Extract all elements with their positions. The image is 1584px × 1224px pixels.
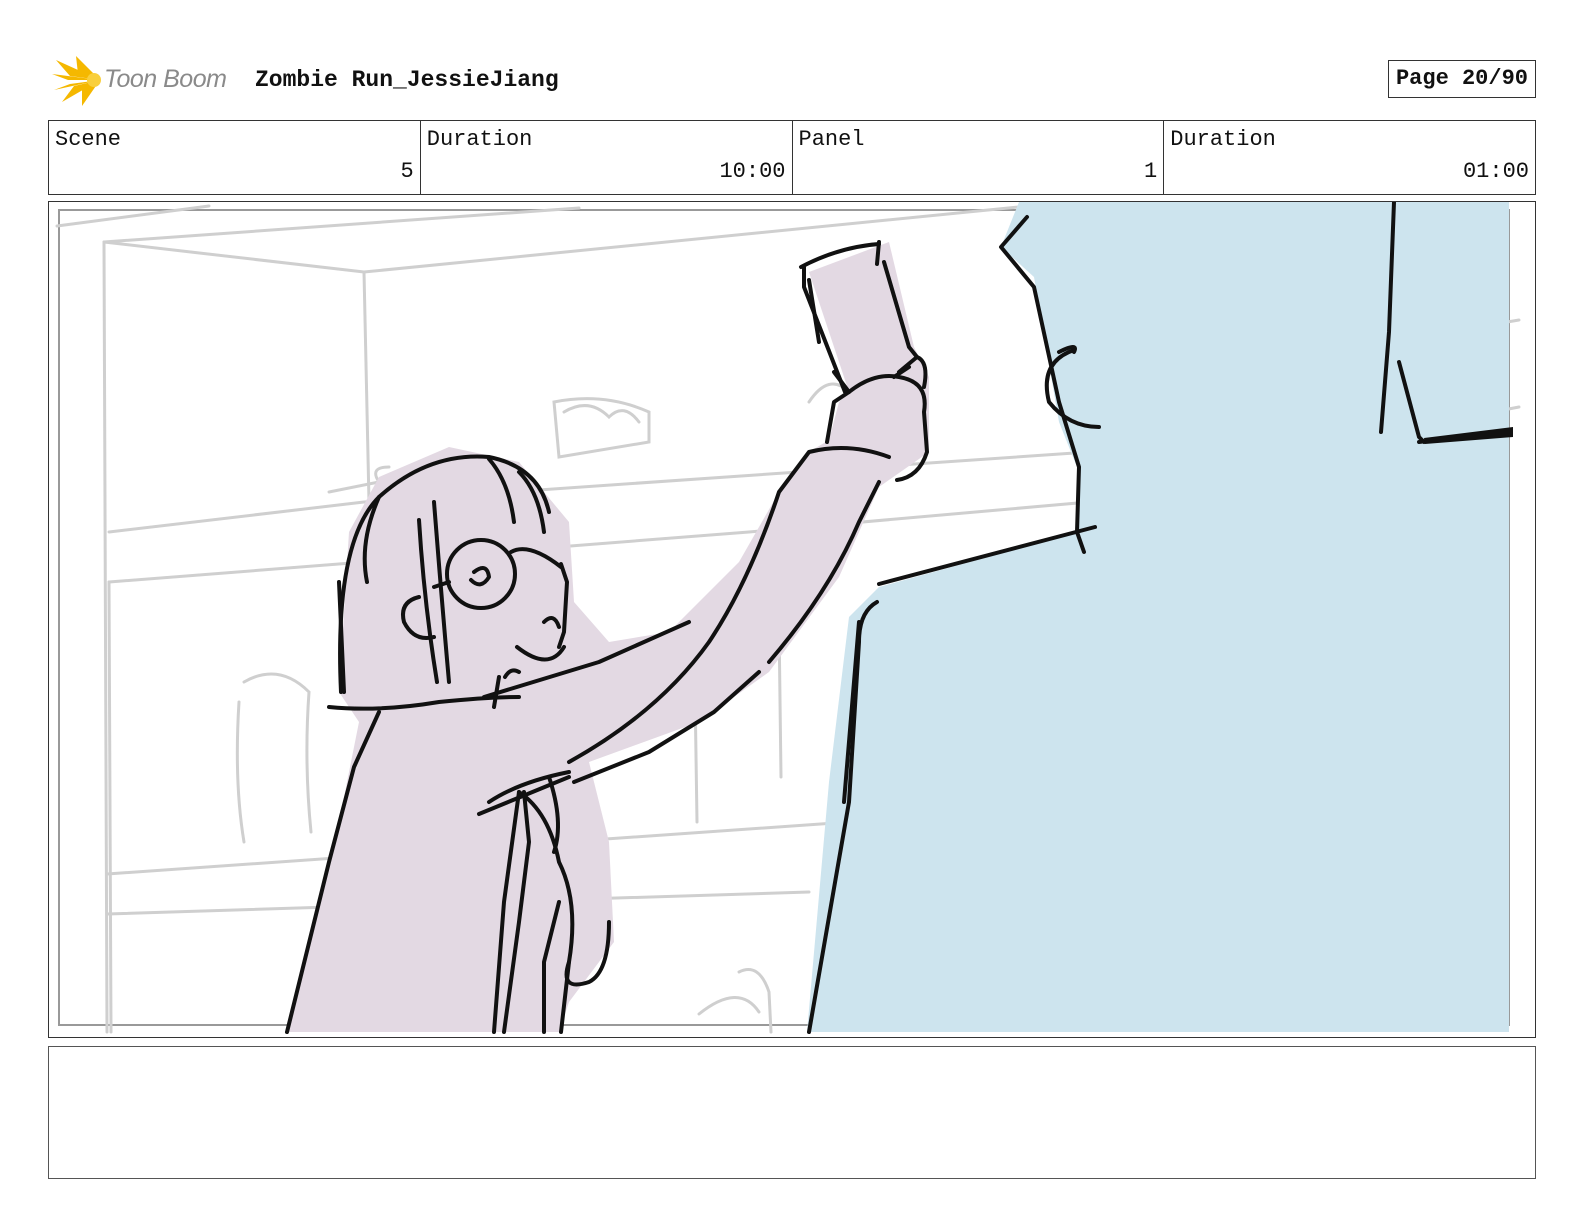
panel-cell: Panel 1: [793, 121, 1165, 194]
right-figure-fill: [807, 202, 1509, 1032]
toon-boom-logo: Toon Boom: [48, 52, 248, 108]
panel-value: 1: [1144, 159, 1158, 184]
panel-notes-box[interactable]: [48, 1046, 1536, 1179]
storyboard-sketch: [55, 202, 1521, 1034]
scene-duration-cell: Duration 10:00: [421, 121, 793, 194]
scene-cell: Scene 5: [49, 121, 421, 194]
panel-label: Panel: [798, 127, 865, 152]
scene-duration-value: 10:00: [719, 159, 786, 184]
scene-info-table: Scene 5 Duration 10:00 Panel 1 Duration …: [48, 120, 1536, 195]
panel-duration-label: Duration: [1170, 127, 1276, 152]
scene-value: 5: [400, 159, 414, 184]
scene-label: Scene: [55, 127, 122, 152]
page-header: Toon Boom Zombie Run_JessieJiang Page 20…: [48, 52, 1536, 112]
starburst-logo-icon: [52, 56, 101, 106]
panel-duration-cell: Duration 01:00: [1164, 121, 1535, 194]
storyboard-panel: [48, 201, 1536, 1038]
logo-text: Toon Boom: [104, 65, 227, 93]
page-number-badge: Page 20/90: [1387, 60, 1536, 98]
panel-duration-value: 01:00: [1462, 159, 1529, 184]
project-title: Zombie Run_JessieJiang: [255, 67, 559, 93]
scene-duration-label: Duration: [426, 127, 533, 152]
